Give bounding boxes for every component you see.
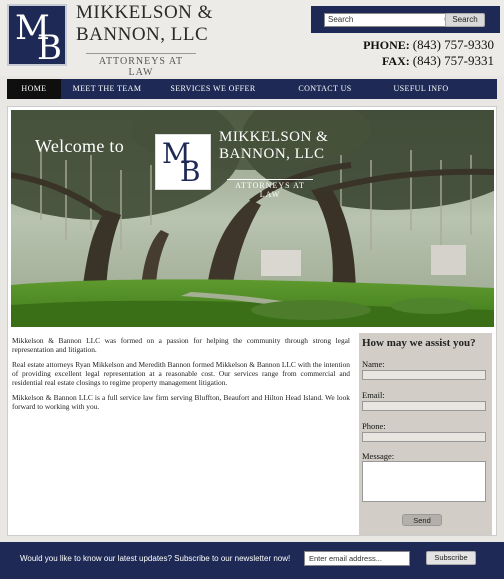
intro-text: Mikkelson & Bannon LLC was formed on a p…	[12, 336, 350, 417]
phone-value: (843) 757-9330	[412, 37, 494, 52]
main-nav: HOME MEET THE TEAM SERVICES WE OFFER CON…	[7, 79, 497, 99]
message-label: Message:	[362, 451, 395, 461]
intro-paragraph-1: Mikkelson & Bannon LLC was formed on a p…	[12, 336, 350, 354]
send-button[interactable]: Send	[402, 514, 442, 526]
phone-number[interactable]: PHONE: (843) 757-9330	[363, 37, 494, 53]
hero-logo-letter-b: B	[180, 155, 201, 188]
phone-label: Phone:	[362, 421, 386, 431]
name-field[interactable]	[362, 370, 486, 380]
hero-firm-name: MIKKELSON & BANNON, LLC	[219, 129, 328, 163]
intro-paragraph-2: Real estate attorneys Ryan Mikkelson and…	[12, 360, 350, 387]
hero-welcome-text: Welcome to	[35, 136, 125, 156]
fax-value: (843) 757-9331	[412, 53, 494, 68]
nav-meet-the-team[interactable]: MEET THE TEAM	[61, 79, 153, 99]
subscribe-button[interactable]: Subscribe	[426, 551, 476, 565]
newsletter-prompt: Would you like to know our latest update…	[20, 554, 291, 563]
search-input[interactable]: Search	[324, 13, 454, 27]
nav-contact-us[interactable]: CONTACT US	[273, 79, 377, 99]
hero-logo: M B	[155, 134, 211, 190]
newsletter-footer: Would you like to know our latest update…	[0, 542, 504, 579]
hero-banner: Welcome to M B MIKKELSON & BANNON, LLC A…	[11, 110, 494, 327]
intro-paragraph-3: Mikkelson & Bannon LLC is a full service…	[12, 393, 350, 411]
message-field[interactable]	[362, 461, 486, 502]
hero-tagline: ATTORNEYS AT LAW	[227, 179, 313, 199]
phone-field[interactable]	[362, 432, 486, 442]
newsletter-email-placeholder: Enter email address...	[309, 554, 382, 563]
name-label: Name:	[362, 359, 385, 369]
firm-name-line1: MIKKELSON &	[76, 2, 213, 23]
contact-form: How may we assist you? Name: Email: Phon…	[359, 333, 492, 535]
nav-services-we-offer[interactable]: SERVICES WE OFFER	[153, 79, 273, 99]
firm-name-line2: BANNON, LLC	[76, 24, 209, 45]
hero-firm-line1: MIKKELSON &	[219, 129, 329, 145]
fax-label: FAX:	[381, 54, 410, 68]
nav-useful-info[interactable]: USEFUL INFO	[377, 79, 465, 99]
firm-tagline: ATTORNEYS AT LAW	[86, 53, 196, 78]
search-placeholder: Search	[328, 15, 354, 24]
fax-number: FAX: (843) 757-9331	[382, 53, 494, 69]
site-logo[interactable]: M B	[7, 4, 67, 68]
site-header: M B MIKKELSON & BANNON, LLC ATTORNEYS AT…	[0, 0, 504, 78]
email-label: Email:	[362, 390, 385, 400]
search-button[interactable]: Search	[445, 13, 485, 27]
phone-label: PHONE:	[363, 38, 410, 52]
contact-form-title: How may we assist you?	[362, 337, 476, 349]
firm-name: MIKKELSON & BANNON, LLC	[76, 2, 213, 46]
search-bar: Search Search	[311, 6, 500, 33]
hero-firm-line2: BANNON, LLC	[219, 146, 325, 162]
nav-home[interactable]: HOME	[7, 79, 61, 99]
main-content: Welcome to M B MIKKELSON & BANNON, LLC A…	[7, 106, 497, 536]
newsletter-email-input[interactable]: Enter email address...	[304, 551, 410, 566]
email-field[interactable]	[362, 401, 486, 411]
logo-letter-b: B	[37, 28, 62, 68]
